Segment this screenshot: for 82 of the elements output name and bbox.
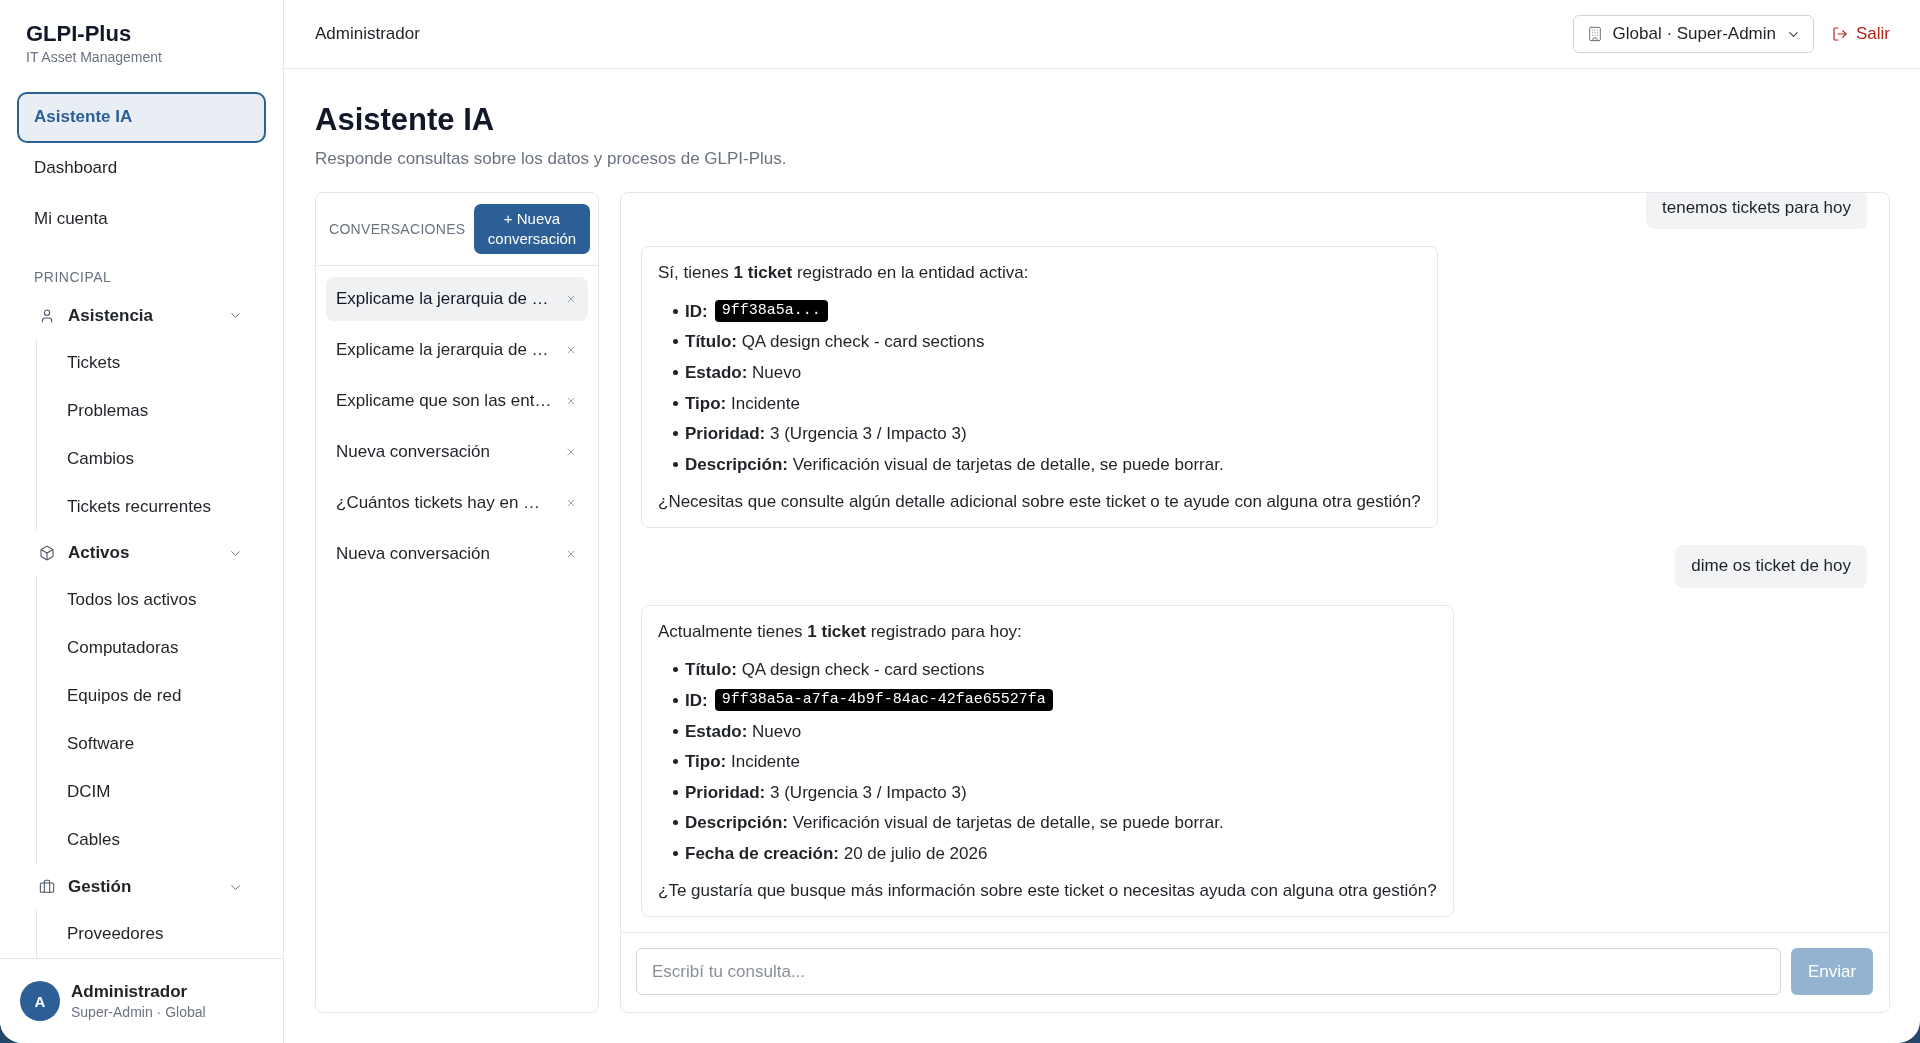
- ticket-field: Estado: Nuevo: [685, 719, 802, 743]
- nav-subitem[interactable]: Todos los activos: [67, 576, 266, 625]
- conversation-item[interactable]: Explicame la jerarquia de …: [326, 328, 588, 372]
- close-icon[interactable]: [565, 548, 577, 560]
- user-message: dime os ticket de hoy: [1675, 544, 1867, 588]
- close-icon[interactable]: [565, 293, 577, 305]
- field-label: ID:: [685, 689, 708, 712]
- message-input[interactable]: Escribí tu consulta...: [636, 948, 1781, 995]
- bullet-icon: [673, 850, 678, 856]
- app-subtitle: IT Asset Management: [26, 48, 163, 66]
- close-icon[interactable]: [565, 344, 577, 356]
- close-icon[interactable]: [565, 446, 577, 458]
- message-text: Actualmente tienes 1 ticket registrado para hoy:: [658, 620, 1023, 643]
- nav-group[interactable]: Asistencia: [17, 292, 266, 339]
- bullet-icon: [673, 789, 678, 795]
- nav-group[interactable]: Gestión: [17, 864, 266, 910]
- bullet-icon: [673, 370, 678, 375]
- bullet-icon: [673, 667, 678, 673]
- ticket-field: Estado: Nuevo: [685, 361, 802, 384]
- person-icon: [39, 307, 55, 324]
- nav-item[interactable]: Dashboard: [17, 142, 266, 194]
- logout-icon: [1832, 26, 1848, 42]
- ticket-id-code: 9ff38a5a-a7fa-4b9f-84ac-42fae65527fa: [714, 689, 1053, 712]
- nav-subitem[interactable]: Cables: [67, 816, 266, 865]
- bullet-icon: [673, 759, 678, 765]
- user-avatar: A: [20, 981, 60, 1021]
- ticket-field: Tipo: Incidente: [685, 750, 800, 774]
- bullet-icon: [673, 820, 678, 826]
- user-message: tenemos tickets para hoy: [1646, 193, 1867, 229]
- new-conversation-button[interactable]: + Nueva conversación: [474, 204, 590, 254]
- logout-link[interactable]: Salir: [1832, 24, 1890, 44]
- nav-subitem[interactable]: Tickets recurrentes: [67, 482, 266, 531]
- nav-group[interactable]: Activos: [17, 530, 266, 577]
- message-text: Sí, tienes 1 ticket registrado en la entidad activa:: [658, 262, 1030, 284]
- ticket-field: Fecha de creación: 20 de julio de 2026: [685, 841, 988, 865]
- nav-subitem[interactable]: Equipos de red: [67, 672, 266, 721]
- user-role: Super-Admin · Global: [71, 1003, 206, 1021]
- app-title: GLPI-Plus: [26, 20, 133, 48]
- nav-subitem[interactable]: Proveedores: [67, 910, 266, 958]
- briefcase-icon: [39, 879, 55, 896]
- ticket-id-code: 9ff38a5a...: [714, 300, 828, 323]
- close-icon[interactable]: [565, 395, 577, 407]
- nav-subitem[interactable]: Computadoras: [67, 624, 266, 673]
- conversation-item[interactable]: Nueva conversación: [326, 532, 588, 576]
- bullet-icon: [673, 400, 678, 406]
- cube-icon: [39, 545, 55, 562]
- conversation-item[interactable]: Explicame la jerarquia de …: [326, 277, 588, 321]
- ticket-field: Tipo: Incidente: [685, 391, 800, 415]
- page-title: Asistente IA: [315, 101, 496, 139]
- page-subtitle: Responde consultas sobre los datos y procesos de GLPI-Plus.: [315, 148, 788, 170]
- field-label: ID:: [685, 300, 708, 323]
- bullet-icon: [673, 308, 678, 314]
- bullet-icon: [673, 339, 678, 345]
- building-icon: [1586, 26, 1603, 42]
- bullet-icon: [673, 431, 678, 437]
- message-text: ¿Te gustaría que busque más información sobre este ticket o necesitas ayuda con alguna otra gestión?: [658, 879, 1437, 902]
- nav-item[interactable]: Mi cuenta: [17, 193, 266, 244]
- conversation-item[interactable]: Nueva conversación: [326, 430, 588, 474]
- ticket-field: Título: QA design check - card sections: [685, 658, 985, 682]
- nav-subitem[interactable]: Cambios: [67, 434, 266, 483]
- nav-item[interactable]: Asistente IA: [17, 92, 266, 143]
- ticket-field: Descripción: Verificación visual de tarjetas de detalle, se puede borrar.: [685, 811, 1224, 835]
- panel-heading: CONVERSACIONES: [329, 221, 466, 237]
- section-label: PRINCIPAL: [33, 267, 113, 286]
- ticket-field: Prioridad: 3 (Urgencia 3 / Impacto 3): [685, 422, 967, 446]
- message-text: ¿Necesitas que consulte algún detalle adicional sobre este ticket o te ayude con alguna otra gestión?: [658, 490, 1421, 513]
- close-icon[interactable]: [565, 497, 577, 509]
- user-name: Administrador: [71, 981, 189, 1003]
- ticket-field: Prioridad: 3 (Urgencia 3 / Impacto 3): [685, 780, 967, 804]
- header-title: Administrador: [315, 24, 420, 44]
- nav-subitem[interactable]: Problemas: [67, 386, 266, 435]
- nav-subitem[interactable]: Tickets: [67, 338, 266, 387]
- nav-subitem[interactable]: Software: [67, 720, 266, 769]
- ticket-field: Descripción: Verificación visual de tarjetas de detalle, se puede borrar.: [685, 452, 1224, 476]
- bullet-icon: [673, 697, 678, 703]
- conversation-item[interactable]: ¿Cuántos tickets hay en …: [326, 481, 588, 525]
- conversation-item[interactable]: Explicame que son las ent…: [326, 379, 588, 423]
- ticket-field: Título: QA design check - card sections: [685, 330, 985, 354]
- bullet-icon: [673, 728, 678, 734]
- nav-subitem[interactable]: DCIM: [67, 768, 266, 817]
- bullet-icon: [673, 461, 678, 467]
- scope-select[interactable]: Global · Super-Admin: [1572, 15, 1814, 53]
